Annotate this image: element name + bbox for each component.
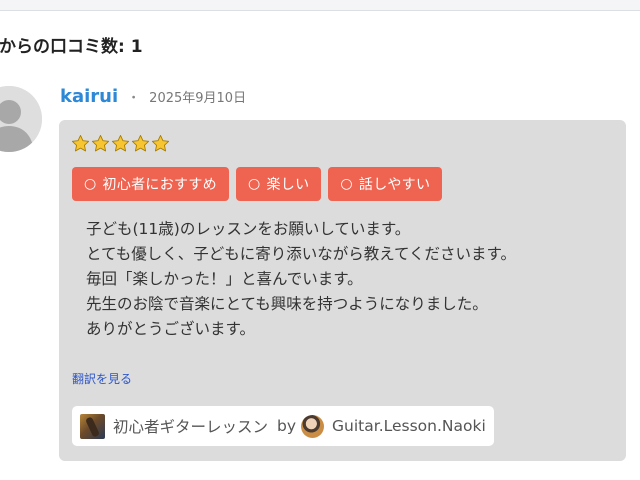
tag-label: 話しやすい [358, 177, 431, 193]
lesson-title: 初心者ギターレッスン [113, 418, 269, 436]
teacher-avatar [301, 414, 325, 438]
review-card: ○ 初心者におすすめ ○ 楽しい ○ 話しやすい 子ども(11歳)のレッスンをお… [59, 120, 626, 461]
tag-beginner-friendly: ○ 初心者におすすめ [72, 167, 229, 201]
review-text-line: 先生のお陰で音楽にとても興味を持つようになりました。 [86, 295, 488, 313]
translate-link[interactable]: 翻訳を見る [72, 370, 132, 387]
review-text-line: 毎回「楽しかった！」と喜んでいます。 [86, 270, 363, 288]
lesson-thumbnail [80, 413, 105, 439]
tag-fun: ○ 楽しい [235, 167, 322, 201]
review-text-line: とても優しく、子どもに寄り添いながら教えてくださいます。 [86, 245, 516, 263]
review-date: 2025年9月10日 [149, 91, 247, 106]
star-icon [111, 134, 130, 152]
tag-label: 楽しい [266, 177, 310, 193]
review-text-line: ありがとうございます。 [86, 320, 255, 338]
reviewer-name-link[interactable]: kairui [60, 86, 118, 107]
reviewer-line: kairui ・ 2025年9月10日 [60, 86, 246, 107]
review-body: 子ども(11歳)のレッスンをお願いしています。 とても優しく、子どもに寄り添いな… [86, 217, 516, 342]
review-text-line: 子ども(11歳)のレッスンをお願いしています。 [86, 220, 411, 238]
star-icon [71, 134, 90, 152]
top-bar [0, 0, 640, 11]
circle-icon: ○ [340, 176, 353, 192]
teacher-name: Guitar.Lesson.Naoki [332, 417, 486, 435]
circle-icon: ○ [84, 176, 97, 192]
circle-icon: ○ [247, 176, 261, 192]
separator-dot: ・ [127, 91, 141, 106]
tag-easy-to-talk: ○ 話しやすい [328, 167, 443, 201]
review-count-heading: からの口コミ数: 1 [0, 37, 143, 57]
lesson-link-chip[interactable]: 初心者ギターレッスン by Guitar.Lesson.Naoki [72, 406, 494, 446]
star-icon [91, 134, 110, 152]
star-icon [151, 134, 170, 152]
tag-label: 初心者におすすめ [102, 177, 217, 193]
by-label: by [277, 417, 297, 435]
default-user-avatar-icon[interactable] [0, 86, 42, 152]
review-tags: ○ 初心者におすすめ ○ 楽しい ○ 話しやすい [72, 167, 443, 201]
star-icon [131, 134, 150, 152]
star-rating [71, 134, 170, 153]
